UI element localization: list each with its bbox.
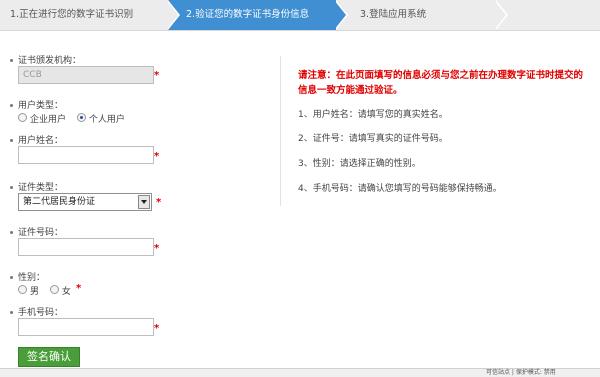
gender-female-label[interactable]: 女 <box>62 287 71 297</box>
sign-confirm-button[interactable]: 签名确认 <box>18 347 80 367</box>
notice-title: 请注意：在此页面填写的信息必须与您之前在办理数字证书时提交的信息一致方能通过验证… <box>298 70 584 96</box>
notice-item-1: 1、用户姓名：请填写您的真实姓名。 <box>298 110 448 120</box>
vertical-divider <box>280 56 281 206</box>
cert-no-label: 证件号码： <box>10 225 63 238</box>
cert-type-select[interactable]: 第二代居民身份证 <box>18 193 152 211</box>
cert-no-input[interactable] <box>18 238 154 256</box>
phone-input[interactable] <box>18 318 154 336</box>
notice-item-3: 3、性别：请选择正确的性别。 <box>298 159 421 169</box>
bullet-icon <box>10 59 13 62</box>
step-arrow-2-fill <box>334 0 346 30</box>
user-name-input[interactable] <box>18 146 154 164</box>
chevron-down-icon[interactable] <box>138 195 150 209</box>
required-mark: * <box>154 70 160 81</box>
cert-type-label: 证件类型： <box>10 180 63 193</box>
required-mark: * <box>154 243 160 254</box>
step-3: 3.登陆应用系统 <box>360 9 427 20</box>
notice-item-2: 2、证件号：请填写真实的证件号码。 <box>298 134 448 144</box>
gender-label: 性别： <box>10 270 45 283</box>
gender-female-radio[interactable] <box>49 285 59 294</box>
step-arrow-1-fill <box>166 0 178 30</box>
bullet-icon <box>10 276 13 279</box>
user-type-personal-radio[interactable] <box>76 113 86 122</box>
status-bar-text: 可信站点 | 保护模式: 禁用 <box>486 369 556 376</box>
user-type-label: 用户类型： <box>10 98 63 111</box>
user-type-enterprise-label[interactable]: 企业用户 <box>30 115 66 125</box>
user-name-label: 用户姓名： <box>10 133 63 146</box>
issuer-field: CCB <box>18 66 154 84</box>
notice-item-4: 4、手机号码：请确认您填写的号码能够保持畅通。 <box>298 184 502 194</box>
required-mark: * <box>154 323 160 334</box>
bullet-icon <box>10 231 13 234</box>
gender-male-label[interactable]: 男 <box>30 287 39 297</box>
bullet-icon <box>10 186 13 189</box>
bullet-icon <box>10 311 13 314</box>
issuer-label: 证书颁发机构： <box>10 53 81 66</box>
gender-male-radio[interactable] <box>18 285 27 294</box>
step-progress-bar: 1.正在进行您的数字证书识别 2.验证您的数字证书身份信息 3.登陆应用系统 <box>0 0 600 31</box>
step-arrow-3-fill <box>494 0 506 30</box>
required-mark: * <box>154 151 160 162</box>
required-mark: * <box>156 197 162 208</box>
bullet-icon <box>10 139 13 142</box>
bullet-icon <box>10 104 13 107</box>
user-type-radio-group: 企业用户 个人用户 <box>18 112 133 125</box>
user-type-enterprise-radio[interactable] <box>18 113 27 122</box>
step-2-active: 2.验证您的数字证书身份信息 <box>168 0 336 30</box>
phone-label: 手机号码： <box>10 305 63 318</box>
user-type-personal-label[interactable]: 个人用户 <box>89 115 125 125</box>
step-1: 1.正在进行您的数字证书识别 <box>10 9 134 20</box>
gender-radio-group: 男 女 <box>18 284 79 297</box>
cert-type-selected: 第二代居民身份证 <box>23 197 96 207</box>
required-mark: * <box>76 283 82 294</box>
